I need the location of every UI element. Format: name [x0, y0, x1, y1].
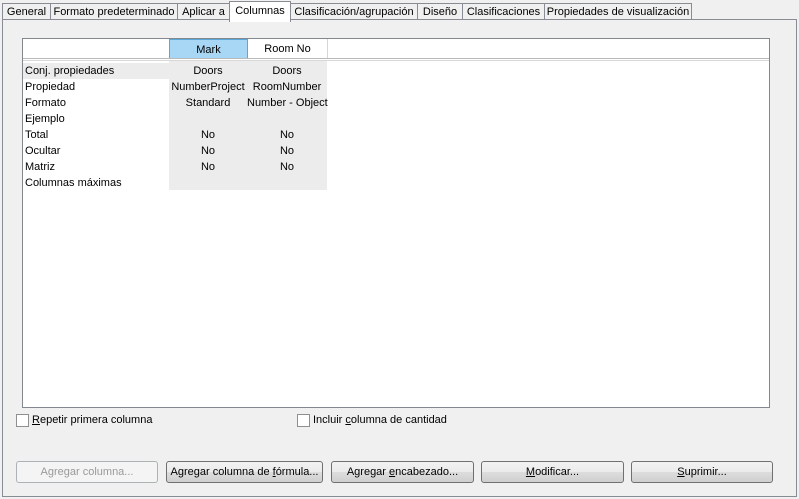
row-label-ejemplo[interactable]: Ejemplo — [25, 111, 65, 127]
button-text: órmula... — [275, 466, 319, 478]
label-text: olumna de cantidad — [350, 414, 447, 426]
grid-cell[interactable]: NumberProject — [169, 79, 247, 95]
button-text: Agregar — [346, 466, 390, 478]
row-label-propiedad[interactable]: Propiedad — [25, 79, 75, 95]
tab-diseno[interactable]: Diseño — [417, 3, 463, 20]
row-label-matriz[interactable]: Matriz — [25, 159, 55, 175]
delete-button[interactable]: Suprimir... — [631, 461, 773, 483]
tab-clasificaciones[interactable]: Clasificaciones — [462, 3, 545, 20]
tab-aplicar-a[interactable]: Aplicar a — [177, 3, 230, 20]
include-quantity-column-checkbox[interactable] — [297, 414, 310, 427]
grid-cell[interactable] — [169, 175, 247, 191]
grid-cell[interactable]: No — [169, 159, 247, 175]
grid-cell[interactable]: Doors — [169, 63, 247, 79]
label-text: Incluir — [313, 414, 346, 426]
grid-cell[interactable]: No — [169, 143, 247, 159]
add-column-button[interactable]: Agregar columna... — [16, 461, 158, 483]
grid-cell[interactable]: No — [247, 127, 327, 143]
row-label-ocultar[interactable]: Ocultar — [25, 143, 60, 159]
grid-cell[interactable]: Standard — [169, 95, 247, 111]
row-label-total[interactable]: Total — [25, 127, 48, 143]
header-divider — [23, 58, 769, 59]
grid-cell[interactable]: No — [247, 143, 327, 159]
repeat-first-column-label[interactable]: Repetir primera columna — [32, 413, 152, 427]
grid-cell[interactable]: No — [169, 127, 247, 143]
grid-cell[interactable] — [247, 175, 327, 191]
tab-columnas[interactable]: Columnas — [229, 1, 291, 22]
repeat-first-column-checkbox[interactable] — [16, 414, 29, 427]
grid-cell[interactable]: No — [247, 159, 327, 175]
add-header-button[interactable]: Agregar encabezado... — [331, 461, 474, 483]
tab-clasificacion-agrupacion[interactable]: Clasificación/agrupación — [290, 3, 418, 20]
mnemonic: R — [32, 414, 40, 426]
column-header-room-no[interactable]: Room No — [248, 39, 328, 59]
columns-grid[interactable]: Mark Room No Conj. propiedades Propiedad… — [22, 38, 770, 408]
mnemonic: S — [677, 466, 685, 478]
button-text: ncabezado... — [395, 466, 459, 478]
modify-button[interactable]: Modificar... — [481, 461, 624, 483]
row-label-conj-propiedades[interactable]: Conj. propiedades — [23, 63, 169, 79]
tab-propiedades-visualizacion[interactable]: Propiedades de visualización — [544, 3, 692, 20]
grid-cell[interactable]: RoomNumber — [247, 79, 327, 95]
mnemonic: M — [525, 466, 536, 478]
grid-cell[interactable]: Doors — [247, 63, 327, 79]
tab-general[interactable]: General — [2, 3, 51, 20]
button-text: uprimir... — [684, 466, 727, 478]
row-label-formato[interactable]: Formato — [25, 95, 66, 111]
add-formula-column-button[interactable]: Agregar columna de fórmula... — [166, 461, 323, 483]
button-text: Agregar columna de — [170, 466, 273, 478]
grid-cell[interactable]: Number - Object — [247, 95, 328, 111]
grid-cell[interactable] — [247, 111, 327, 127]
header-divider-light — [23, 60, 769, 61]
column-header-mark[interactable]: Mark — [169, 39, 248, 59]
row-label-columnas-maximas[interactable]: Columnas máximas — [25, 175, 122, 191]
label-text: epetir primera columna — [39, 414, 153, 426]
include-quantity-column-label[interactable]: Incluir columna de cantidad — [313, 413, 447, 427]
button-text: odificar... — [535, 466, 580, 478]
grid-cell[interactable] — [169, 111, 247, 127]
tab-formato-predeterminado[interactable]: Formato predeterminado — [50, 3, 178, 20]
